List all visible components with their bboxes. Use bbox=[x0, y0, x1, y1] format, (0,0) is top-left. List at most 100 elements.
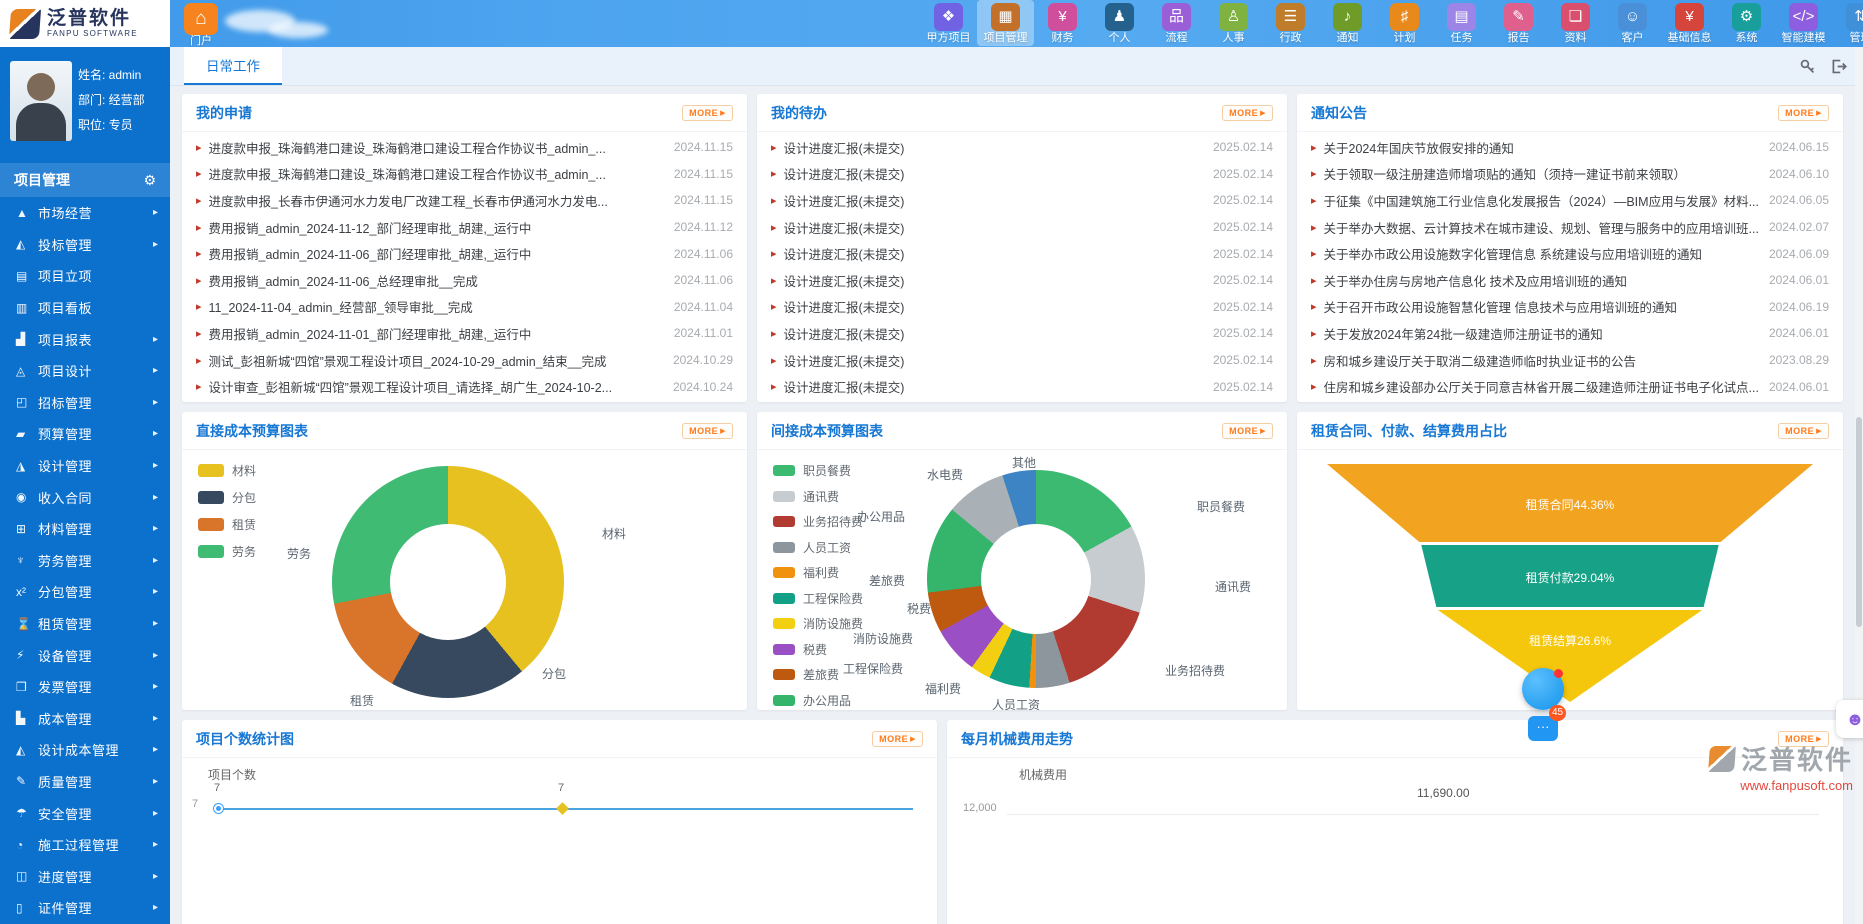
nav-item[interactable]: ▤任务 bbox=[1433, 0, 1490, 46]
list-item[interactable]: ▸ 费用报销_admin_2024-11-12_部门经理审批_胡建,_运行中 2… bbox=[196, 214, 733, 241]
sidebar-item[interactable]: ▯证件管理▸ bbox=[0, 892, 170, 924]
more-button[interactable]: MORE▶ bbox=[1778, 105, 1829, 121]
legend-item[interactable]: 消防设施费 bbox=[773, 615, 863, 632]
nav-item[interactable]: ¥基础信息 bbox=[1661, 0, 1718, 46]
list-item[interactable]: ▸ 于征集《中国建筑施工行业信息化发展报告（2024）—BIM应用与发展》材料.… bbox=[1311, 187, 1829, 214]
list-item[interactable]: ▸ 设计进度汇报(未提交) 2025.02.14 bbox=[771, 320, 1273, 347]
nav-item[interactable]: ☰行政 bbox=[1262, 0, 1319, 46]
list-item[interactable]: ▸ 设计进度汇报(未提交) 2025.02.14 bbox=[771, 240, 1273, 267]
list-item[interactable]: ▸ 设计进度汇报(未提交) 2025.02.14 bbox=[771, 187, 1273, 214]
more-button[interactable]: MORE▶ bbox=[682, 423, 733, 439]
nav-item[interactable]: ▦项目管理 bbox=[977, 0, 1034, 46]
logout-icon[interactable] bbox=[1830, 58, 1847, 75]
vertical-scrollbar[interactable] bbox=[1855, 47, 1863, 924]
list-item[interactable]: ▸ 设计审查_彭祖新城“四馆”景观工程设计项目_请选择_胡广生_2024-10-… bbox=[196, 373, 733, 400]
sidebar-item[interactable]: ◬项目设计▸ bbox=[0, 355, 170, 387]
list-item[interactable]: ▸ 房和城乡建设厅关于取消二级建造师临时执业证书的公告 2023.08.29 bbox=[1311, 347, 1829, 374]
list-item[interactable]: ▸ 住房和城乡建设部办公厅关于同意吉林省开展二级建造师注册证书电子化试点... … bbox=[1311, 373, 1829, 400]
list-item[interactable]: ▸ 设计进度汇报(未提交) 2025.02.14 bbox=[771, 294, 1273, 321]
funnel-segment-settlement[interactable]: 租赁结算26.6% bbox=[1327, 610, 1813, 702]
list-item[interactable]: ▸ 关于举办住房与房地产信息化 技术及应用培训班的通知 2024.06.01 bbox=[1311, 267, 1829, 294]
sidebar-item[interactable]: ♆劳务管理▸ bbox=[0, 545, 170, 577]
list-item[interactable]: ▸ 进度款申报_珠海鹤港口建设_珠海鹤港口建设工程合作协议书_admin_...… bbox=[196, 161, 733, 188]
nav-item[interactable]: ⚙系统 bbox=[1718, 0, 1775, 46]
sidebar-item[interactable]: ◔施工过程管理▸ bbox=[0, 829, 170, 861]
nav-item[interactable]: ❏资料 bbox=[1547, 0, 1604, 46]
sidebar-item[interactable]: ⌛租赁管理▸ bbox=[0, 608, 170, 640]
sidebar-item[interactable]: ▤项目立项 bbox=[0, 260, 170, 292]
sidebar-item[interactable]: ☂安全管理▸ bbox=[0, 797, 170, 829]
nav-item[interactable]: ♟个人 bbox=[1091, 0, 1148, 46]
legend-item[interactable]: 租赁 bbox=[198, 516, 256, 533]
nav-item[interactable]: ✎报告 bbox=[1490, 0, 1547, 46]
tab-daily-work[interactable]: 日常工作 bbox=[184, 47, 282, 85]
legend-item[interactable]: 劳务 bbox=[198, 543, 256, 560]
sidebar-item[interactable]: ◮设计管理▸ bbox=[0, 450, 170, 482]
list-item[interactable]: ▸ 进度款申报_珠海鹤港口建设_珠海鹤港口建设工程合作协议书_admin_...… bbox=[196, 134, 733, 161]
sidebar-item[interactable]: ◫进度管理▸ bbox=[0, 860, 170, 892]
more-button[interactable]: MORE▶ bbox=[1222, 423, 1273, 439]
list-item[interactable]: ▸ 设计进度汇报(未提交) 2025.02.14 bbox=[771, 161, 1273, 188]
assistant-bubble-icon[interactable] bbox=[1522, 668, 1564, 710]
sidebar-item[interactable]: ▰预算管理▸ bbox=[0, 418, 170, 450]
sidebar-item[interactable]: ⊞材料管理▸ bbox=[0, 513, 170, 545]
legend-item[interactable]: 材料 bbox=[198, 462, 256, 479]
sidebar-item[interactable]: ▥项目看板 bbox=[0, 292, 170, 324]
list-item[interactable]: ▸ 关于召开市政公用设施智慧化管理 信息技术与应用培训班的通知 2024.06.… bbox=[1311, 294, 1829, 321]
nav-item[interactable]: ☺客户 bbox=[1604, 0, 1661, 46]
sidebar-item[interactable]: ▲市场经营▸ bbox=[0, 197, 170, 229]
key-icon[interactable] bbox=[1799, 58, 1816, 75]
list-item[interactable]: ▸ 测试_彭祖新城“四馆”景观工程设计项目_2024-10-29_admin_结… bbox=[196, 347, 733, 374]
legend-item[interactable]: 福利费 bbox=[773, 564, 863, 581]
sidebar-section-project-management[interactable]: 项目管理 ⚙ bbox=[0, 163, 170, 197]
funnel-segment-payment[interactable]: 租赁付款29.04% bbox=[1327, 545, 1813, 607]
more-button[interactable]: MORE▶ bbox=[872, 731, 923, 747]
nav-item[interactable]: </>智能建模 bbox=[1775, 0, 1832, 46]
legend-item[interactable]: 分包 bbox=[198, 489, 256, 506]
donut-ring[interactable] bbox=[332, 466, 564, 698]
user-avatar[interactable] bbox=[10, 61, 72, 141]
legend-item[interactable]: 工程保险费 bbox=[773, 590, 863, 607]
legend-item[interactable]: 通讯费 bbox=[773, 488, 863, 505]
list-item[interactable]: ▸ 设计进度汇报(未提交) 2025.02.14 bbox=[771, 134, 1273, 161]
nav-item[interactable]: 品流程 bbox=[1148, 0, 1205, 46]
list-item[interactable]: ▸ 关于领取一级注册建造师增项贴的通知（须持一建证书前来领取） 2024.06.… bbox=[1311, 161, 1829, 188]
gear-icon[interactable]: ⚙ bbox=[143, 172, 156, 189]
data-point[interactable] bbox=[558, 804, 567, 813]
sidebar-item[interactable]: x²分包管理▸ bbox=[0, 576, 170, 608]
list-item[interactable]: ▸ 11_2024-11-04_admin_经营部_领导审批__完成 2024.… bbox=[196, 294, 733, 321]
legend-item[interactable]: 人员工资 bbox=[773, 539, 863, 556]
sidebar-item[interactable]: ◭设计成本管理▸ bbox=[0, 734, 170, 766]
service-widget-icon[interactable]: ☻ bbox=[1836, 700, 1863, 738]
sidebar-item[interactable]: ▟项目报表▸ bbox=[0, 323, 170, 355]
list-item[interactable]: ▸ 进度款申报_长春市伊通河水力发电厂改建工程_长春市伊通河水力发电... 20… bbox=[196, 187, 733, 214]
legend-item[interactable]: 办公用品 bbox=[773, 692, 863, 709]
more-button[interactable]: MORE▶ bbox=[682, 105, 733, 121]
list-item[interactable]: ▸ 费用报销_admin_2024-11-06_总经理审批__完成 2024.1… bbox=[196, 267, 733, 294]
more-button[interactable]: MORE▶ bbox=[1222, 105, 1273, 121]
portal-button[interactable]: ⌂ 门户 bbox=[178, 3, 224, 47]
list-item[interactable]: ▸ 关于2024年国庆节放假安排的通知 2024.06.15 bbox=[1311, 134, 1829, 161]
legend-item[interactable]: 职员餐费 bbox=[773, 462, 863, 479]
nav-item[interactable]: ♙人事 bbox=[1205, 0, 1262, 46]
list-item[interactable]: ▸ 关于举办市政公用设施数字化管理信息 系统建设与应用培训班的通知 2024.0… bbox=[1311, 240, 1829, 267]
list-item[interactable]: ▸ 设计进度汇报(未提交) 2025.02.14 bbox=[771, 347, 1273, 374]
donut-ring[interactable] bbox=[927, 470, 1145, 688]
list-item[interactable]: ▸ 设计进度汇报(未提交) 2025.02.14 bbox=[771, 214, 1273, 241]
list-item[interactable]: ▸ 费用报销_admin_2024-11-06_部门经理审批_胡建,_运行中 2… bbox=[196, 240, 733, 267]
nav-item[interactable]: ¥财务 bbox=[1034, 0, 1091, 46]
more-button[interactable]: MORE▶ bbox=[1778, 423, 1829, 439]
sidebar-item[interactable]: ◉收入合同▸ bbox=[0, 481, 170, 513]
legend-item[interactable]: 业务招待费 bbox=[773, 513, 863, 530]
nav-item[interactable]: ⇅管理 bbox=[1832, 0, 1863, 46]
nav-item[interactable]: ❖甲方项目 bbox=[920, 0, 977, 46]
sidebar-item[interactable]: ◰招标管理▸ bbox=[0, 387, 170, 419]
data-point[interactable] bbox=[214, 804, 223, 813]
sidebar-item[interactable]: ⚡设备管理▸ bbox=[0, 639, 170, 671]
sidebar-item[interactable]: ❐发票管理▸ bbox=[0, 671, 170, 703]
list-item[interactable]: ▸ 关于举办大数据、云计算技术在城市建设、规划、管理与服务中的应用培训班... … bbox=[1311, 214, 1829, 241]
list-item[interactable]: ▸ 设计进度汇报(未提交) 2025.02.14 bbox=[771, 373, 1273, 400]
list-item[interactable]: ▸ 关于发放2024年第24批一级建造师注册证书的通知 2024.06.01 bbox=[1311, 320, 1829, 347]
scrollbar-thumb[interactable] bbox=[1856, 417, 1862, 627]
funnel-segment-contract[interactable]: 租赁合同44.36% bbox=[1327, 464, 1813, 542]
